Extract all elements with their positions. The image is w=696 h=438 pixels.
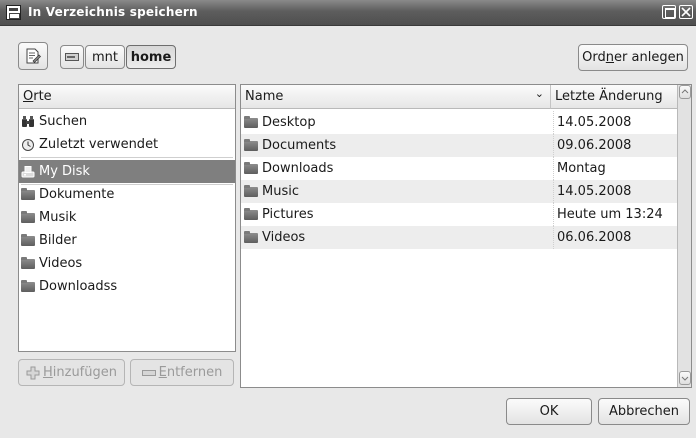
places-item[interactable]: Zuletzt verwendet [19,133,235,156]
places-item[interactable]: My Disk [19,160,235,183]
places-item[interactable]: Dokumente [19,183,235,206]
file-name: Videos [262,230,306,245]
folder-icon [21,279,35,292]
folder-icon [244,207,258,220]
places-item[interactable]: Suchen [19,110,235,133]
file-name: Desktop [262,115,316,130]
file-row[interactable]: Documents 09.06.2008 [241,134,677,157]
file-modified: 14.05.2008 [553,111,631,134]
remove-icon [141,369,156,376]
title-bar: In Verzeichnis speichern [0,0,696,26]
places-item-label: Bilder [39,233,77,248]
scroll-down-arrow[interactable] [679,371,691,385]
pathbar-segment-home[interactable]: home [126,45,176,69]
column-header-name[interactable]: Name ⌄ [241,85,551,109]
file-name: Documents [262,138,337,153]
scroll-up-arrow[interactable] [679,85,691,99]
file-row[interactable]: Downloads Montag [241,157,677,180]
file-list-panel: Name ⌄ Letzte Änderung Desktop 14.05.2008… [240,84,692,388]
places-item-label: Dokumente [39,187,115,202]
drive-icon [65,53,79,61]
pathbar-segment-label: mnt [92,49,118,65]
file-name: Pictures [262,207,314,222]
disk-icon [21,165,35,179]
places-panel: Orte Suchen Zuletzt verwendet My Disk Dokum… [18,84,236,352]
folder-icon [244,115,258,128]
file-modified: 14.05.2008 [553,180,631,203]
close-button[interactable] [679,5,693,19]
vertical-scrollbar[interactable] [677,85,691,387]
folder-icon [21,233,35,246]
column-header-modified[interactable]: Letzte Änderung [551,85,677,109]
file-name: Music [262,184,299,199]
close-icon [681,7,691,17]
folder-icon [244,138,258,151]
file-row[interactable]: Videos 06.06.2008 [241,226,677,249]
cancel-button[interactable]: Abbrechen [598,398,690,425]
pathbar-root-button[interactable] [60,45,84,69]
places-header[interactable]: Orte [19,85,235,109]
remove-bookmark-button[interactable]: Entfernen [130,359,234,386]
places-item-label: Suchen [39,114,88,129]
places-item[interactable]: Videos [19,252,235,275]
folder-icon [244,230,258,243]
folder-icon [21,210,35,223]
add-bookmark-button[interactable]: Hinzufügen [18,359,125,386]
edit-location-button[interactable] [18,42,48,70]
sort-chevron-icon: ⌄ [534,87,544,100]
places-item-label: Musik [39,210,77,225]
file-row[interactable]: Pictures Heute um 13:24 [241,203,677,226]
folder-icon [244,184,258,197]
create-folder-label: Ordner anlegen [582,50,684,65]
pathbar-segment-mnt[interactable]: mnt [85,45,125,69]
chevron-down-icon [681,376,689,381]
places-item-label: Downloadss [39,279,118,294]
binoculars-icon [21,115,35,129]
file-modified: Heute um 13:24 [553,203,663,226]
recent-clock-icon [21,138,35,152]
save-dialog-icon [6,5,21,20]
places-item[interactable]: Bilder [19,229,235,252]
add-icon [26,366,40,379]
file-name: Downloads [262,161,334,176]
file-modified: 09.06.2008 [553,134,631,157]
pathbar-segment-label: home [130,49,172,65]
file-row[interactable]: Desktop 14.05.2008 [241,111,677,134]
maximize-button[interactable] [662,5,676,19]
ok-button[interactable]: OK [506,398,592,425]
folder-icon [21,187,35,200]
places-item[interactable]: Musik [19,206,235,229]
places-item-label: Zuletzt verwendet [39,137,159,152]
create-folder-button[interactable]: Ordner anlegen [578,44,688,71]
folder-icon [244,161,258,174]
places-item[interactable]: Downloadss [19,275,235,298]
file-modified: Montag [553,157,606,180]
window-title: In Verzeichnis speichern [28,5,198,19]
chevron-up-icon [681,89,689,94]
places-item-label: My Disk [39,164,90,179]
places-item-label: Videos [39,256,83,271]
file-modified: 06.06.2008 [553,226,631,249]
file-row[interactable]: Music 14.05.2008 [241,180,677,203]
folder-icon [21,256,35,269]
edit-location-icon [26,48,41,64]
places-separator [21,157,233,158]
